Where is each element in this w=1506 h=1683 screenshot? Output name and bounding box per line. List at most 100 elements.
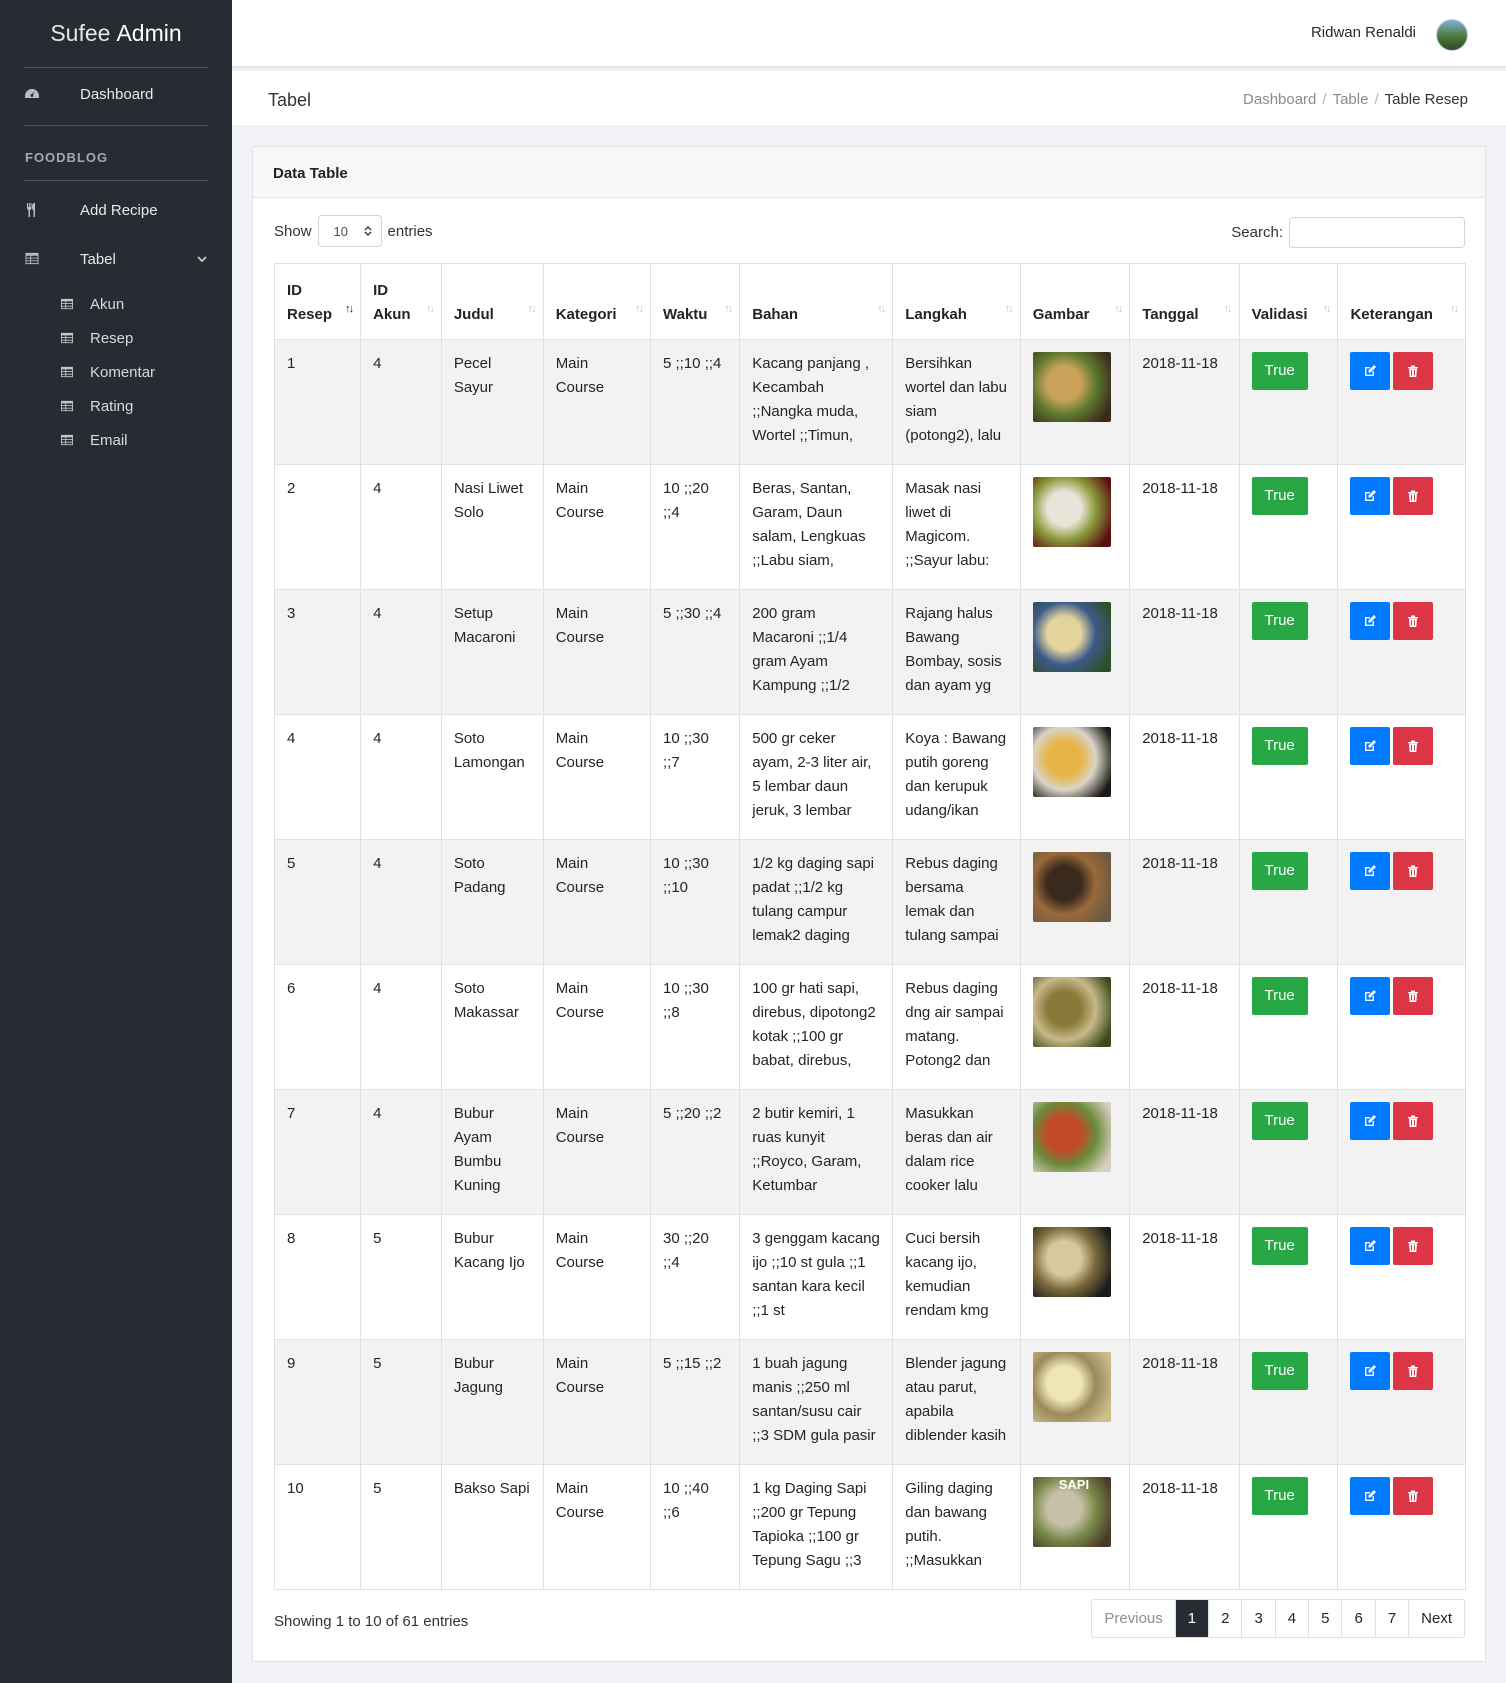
recipe-image[interactable] xyxy=(1032,1227,1111,1297)
page-button-3[interactable]: 3 xyxy=(1241,1600,1275,1637)
sort-icon[interactable]: ↑↓ xyxy=(877,297,886,321)
sidebar-item-tabel[interactable]: Tabel xyxy=(0,239,232,279)
col-tanggal-header[interactable]: Tanggal ↑↓ xyxy=(1129,263,1240,340)
edit-button[interactable] xyxy=(1350,352,1391,390)
delete-button[interactable] xyxy=(1393,352,1434,390)
col-judul-header[interactable]: Judul ↑↓ xyxy=(440,263,544,340)
validate-button[interactable]: True xyxy=(1251,602,1308,640)
sidebar-item-label: Add Recipe xyxy=(80,201,158,219)
recipe-image[interactable] xyxy=(1032,602,1111,672)
edit-button[interactable] xyxy=(1350,1477,1391,1515)
col-waktu-cell: 10 ;;20 ;;4 xyxy=(649,464,741,590)
col-id-resep-header[interactable]: ID Resep ↑↓ xyxy=(273,263,362,340)
delete-button[interactable] xyxy=(1393,1477,1434,1515)
col-keterangan-header[interactable]: Keterangan ↑↓ xyxy=(1337,263,1466,340)
sidebar-subitem-akun[interactable]: Akun xyxy=(0,289,232,319)
page-button-6[interactable]: 6 xyxy=(1341,1600,1375,1637)
edit-button[interactable] xyxy=(1350,477,1391,515)
sort-icon[interactable]: ↑↓ xyxy=(345,297,354,321)
select-arrows-icon xyxy=(364,226,372,236)
col-langkah-value: Masukkan beras dan air dalam rice cooker… xyxy=(905,1105,993,1194)
delete-button[interactable] xyxy=(1393,477,1434,515)
recipe-image[interactable] xyxy=(1032,977,1111,1047)
sidebar-item-add-recipe[interactable]: Add Recipe xyxy=(0,190,232,230)
recipe-image[interactable] xyxy=(1032,477,1111,547)
delete-button[interactable] xyxy=(1393,977,1434,1015)
col-keterangan-cell xyxy=(1337,589,1466,715)
edit-button[interactable] xyxy=(1350,1227,1391,1265)
delete-button[interactable] xyxy=(1393,1227,1434,1265)
col-waktu-header[interactable]: Waktu ↑↓ xyxy=(649,263,741,340)
brand-logo[interactable]: Sufee Admin xyxy=(24,0,208,68)
sidebar-item-dashboard[interactable]: Dashboard xyxy=(0,74,232,114)
header-label: Gambar xyxy=(1032,306,1090,323)
edit-button[interactable] xyxy=(1350,1102,1391,1140)
previous-page-button[interactable]: Previous xyxy=(1092,1600,1175,1637)
sidebar-subitem-rating[interactable]: Rating xyxy=(0,391,232,421)
col-waktu-value: 10 ;;30 ;;10 xyxy=(663,855,709,896)
col-langkah-header[interactable]: Langkah ↑↓ xyxy=(892,263,1021,340)
validate-button[interactable]: True xyxy=(1251,352,1308,390)
validate-button[interactable]: True xyxy=(1251,727,1308,765)
page-button-2[interactable]: 2 xyxy=(1208,1600,1242,1637)
sort-icon[interactable]: ↑↓ xyxy=(528,297,537,321)
brand-part1: Sufee xyxy=(50,20,111,46)
delete-button[interactable] xyxy=(1393,727,1434,765)
recipe-image[interactable]: SAPI xyxy=(1032,1477,1111,1547)
page-button-5[interactable]: 5 xyxy=(1308,1600,1342,1637)
validate-button[interactable]: True xyxy=(1251,1352,1308,1390)
col-gambar-header[interactable]: Gambar ↑↓ xyxy=(1019,263,1131,340)
sort-icon[interactable]: ↑↓ xyxy=(1114,297,1123,321)
edit-button[interactable] xyxy=(1350,852,1391,890)
delete-button[interactable] xyxy=(1393,1352,1434,1390)
validate-button[interactable]: True xyxy=(1251,477,1308,515)
edit-button[interactable] xyxy=(1350,1352,1391,1390)
col-validasi-header[interactable]: Validasi ↑↓ xyxy=(1238,263,1339,340)
sort-icon[interactable]: ↑↓ xyxy=(1450,297,1459,321)
col-kategori-header[interactable]: Kategori ↑↓ xyxy=(542,263,652,340)
col-waktu-cell: 5 ;;10 ;;4 xyxy=(649,339,741,465)
validate-button[interactable]: True xyxy=(1251,977,1308,1015)
entries-select[interactable]: 10 xyxy=(317,215,382,247)
recipe-image[interactable] xyxy=(1032,852,1111,922)
delete-button[interactable] xyxy=(1393,602,1434,640)
col-id-akun-header[interactable]: ID Akun ↑↓ xyxy=(360,263,442,340)
avatar[interactable] xyxy=(1436,19,1468,51)
page-button-1[interactable]: 1 xyxy=(1174,1600,1209,1637)
validate-button[interactable]: True xyxy=(1251,852,1308,890)
validate-button[interactable]: True xyxy=(1251,1227,1308,1265)
sort-icon[interactable]: ↑↓ xyxy=(1322,297,1331,321)
user-name[interactable]: Ridwan Renaldi xyxy=(1311,24,1416,41)
breadcrumb-dashboard[interactable]: Dashboard xyxy=(1243,91,1316,108)
sort-icon[interactable]: ↑↓ xyxy=(426,297,435,321)
sidebar-subitem-email[interactable]: Email xyxy=(0,425,232,455)
delete-button[interactable] xyxy=(1393,1102,1434,1140)
col-validasi-cell: True xyxy=(1238,964,1339,1090)
sort-icon[interactable]: ↑↓ xyxy=(1224,297,1233,321)
edit-button[interactable] xyxy=(1350,977,1391,1015)
validate-button[interactable]: True xyxy=(1251,1102,1308,1140)
validate-button[interactable]: True xyxy=(1251,1477,1308,1515)
col-id-akun-cell: 4 xyxy=(360,964,442,1090)
page-button-4[interactable]: 4 xyxy=(1274,1600,1309,1637)
col-tanggal-cell: 2018-11-18 xyxy=(1129,714,1240,840)
next-page-button[interactable]: Next xyxy=(1408,1600,1464,1637)
sidebar-subitem-komentar[interactable]: Komentar xyxy=(0,357,232,387)
sidebar-subitem-resep[interactable]: Resep xyxy=(0,323,232,353)
recipe-image[interactable] xyxy=(1032,727,1111,797)
sort-icon[interactable]: ↑↓ xyxy=(724,297,733,321)
page-button-7[interactable]: 7 xyxy=(1374,1600,1409,1637)
edit-button[interactable] xyxy=(1350,602,1391,640)
sort-icon[interactable]: ↑↓ xyxy=(1005,297,1014,321)
edit-icon xyxy=(1365,365,1377,376)
recipe-image[interactable] xyxy=(1032,352,1111,422)
breadcrumb-table[interactable]: Table xyxy=(1333,91,1369,108)
delete-button[interactable] xyxy=(1393,852,1434,890)
recipe-image[interactable] xyxy=(1032,1102,1111,1172)
col-id-akun-cell: 5 xyxy=(360,1339,442,1465)
col-bahan-header[interactable]: Bahan ↑↓ xyxy=(739,263,894,340)
recipe-image[interactable] xyxy=(1032,1352,1111,1422)
edit-button[interactable] xyxy=(1350,727,1391,765)
search-input[interactable] xyxy=(1289,217,1465,248)
sort-icon[interactable]: ↑↓ xyxy=(635,297,644,321)
